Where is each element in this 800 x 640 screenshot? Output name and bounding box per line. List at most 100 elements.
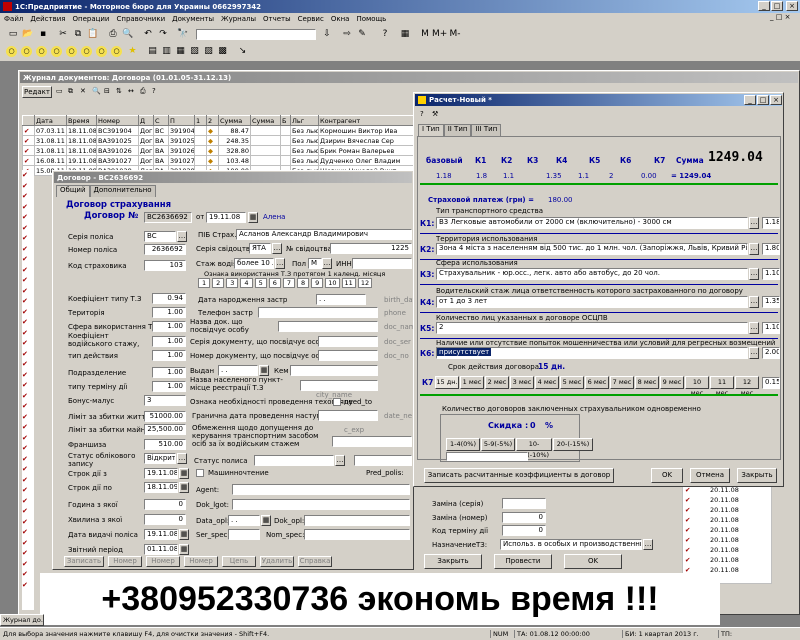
tool-arrow-icon[interactable]: ↘: [236, 45, 249, 58]
m-icon[interactable]: M: [418, 27, 432, 41]
col-header[interactable]: Д: [138, 115, 154, 126]
k4-pick-button[interactable]: …: [749, 296, 759, 308]
obmezhennya-field[interactable]: [332, 436, 412, 447]
paste-icon[interactable]: 📋: [86, 27, 100, 41]
close-button[interactable]: ×: [786, 1, 798, 11]
srok-s-field[interactable]: 19.11.08: [144, 468, 178, 479]
journal-filter-icon[interactable]: ⊟: [104, 87, 110, 95]
k7-10m-button[interactable]: 10 мес: [685, 376, 709, 397]
nomer-doc-field[interactable]: [318, 350, 378, 361]
k4-field[interactable]: от 1 до 3 лет: [436, 296, 748, 308]
tab-type-1[interactable]: I Тип: [418, 124, 444, 136]
m-plus-icon[interactable]: M+: [432, 27, 447, 41]
raschet-cancel-button[interactable]: Отмена: [690, 468, 730, 483]
col-header[interactable]: П: [168, 115, 195, 126]
tab-general[interactable]: Общий: [56, 185, 90, 197]
journal-copy-icon[interactable]: ⧉: [68, 87, 73, 96]
month-checkbox-6[interactable]: 6: [268, 278, 281, 288]
col-header[interactable]: Сумма: [218, 115, 251, 126]
ser-spec-field[interactable]: [228, 529, 260, 540]
seria-polisa-field[interactable]: ВС: [144, 231, 176, 242]
status-polisa-pick-button[interactable]: …: [335, 455, 345, 466]
telefon-field[interactable]: [258, 307, 378, 318]
nomer-svid-field[interactable]: 1225: [330, 243, 412, 254]
journal-1-icon[interactable]: ▤: [146, 45, 159, 58]
seria-svid-field[interactable]: ЯТА: [249, 243, 271, 254]
stazh-field[interactable]: более 10 лет: [234, 258, 274, 269]
raschet-tool-icon[interactable]: ⚒: [432, 110, 438, 118]
col-header[interactable]: Дата: [34, 115, 67, 126]
raschet-ok-button[interactable]: OK: [651, 468, 683, 483]
k7-5m-button[interactable]: 5 мес: [560, 376, 584, 389]
dogovor-date-calendar-icon[interactable]: ▦: [248, 212, 258, 223]
nazva-doc-field[interactable]: [278, 321, 378, 332]
save-icon[interactable]: ▪: [36, 27, 50, 41]
nomer-polisa-field[interactable]: 2636692: [144, 244, 186, 255]
vidan-calendar-icon[interactable]: ▦: [259, 365, 269, 376]
journal-4-icon[interactable]: ▧: [188, 45, 201, 58]
franshiza-field[interactable]: 510.00: [144, 439, 186, 450]
tab-type-3[interactable]: III Тип: [471, 124, 502, 136]
month-checkbox-8[interactable]: 8: [296, 278, 310, 288]
territoria-field[interactable]: 1.00: [152, 307, 186, 318]
limit-life-field[interactable]: 51000.00: [144, 411, 186, 422]
calc-icon[interactable]: ▦: [398, 27, 412, 41]
tab-additional[interactable]: Дополнительно: [89, 185, 156, 197]
naznachenie-field[interactable]: Использ. в особых и производственных цел…: [500, 539, 642, 550]
reference-button[interactable]: Справка: [298, 556, 332, 567]
table-row[interactable]: ✔ 07.03.11 18.11.08 ВС391904 Дог ВС 3919…: [22, 125, 423, 136]
k7-12m-button[interactable]: 12 мес: [735, 376, 759, 397]
col-header[interactable]: [22, 115, 35, 126]
maximize-button[interactable]: □: [771, 1, 783, 11]
podrazdelenie-field[interactable]: 1.00: [152, 367, 186, 378]
k7-11m-button[interactable]: 11 мес: [710, 376, 734, 397]
month-checkbox-4[interactable]: 4: [240, 278, 253, 288]
number2-button[interactable]: Номер: [146, 556, 180, 567]
status-ucheta-field[interactable]: Відкрита: [144, 453, 176, 464]
stazh-pick-button[interactable]: …: [275, 258, 285, 269]
m-minus-icon[interactable]: M-: [448, 27, 462, 41]
preview-icon[interactable]: 🔍: [121, 27, 135, 41]
data-opl-field[interactable]: . .: [228, 515, 260, 526]
dok-lgot-field[interactable]: [232, 499, 410, 510]
menu-references[interactable]: Справочники: [116, 15, 165, 23]
circle-tool-4-icon[interactable]: ○: [51, 46, 62, 57]
journal-5-icon[interactable]: ▨: [202, 45, 215, 58]
k7-4m-button[interactable]: 4 мес: [535, 376, 559, 389]
journal-2-icon[interactable]: ▥: [160, 45, 173, 58]
pol-pick-button[interactable]: …: [322, 258, 332, 269]
data-rozhd-field[interactable]: . .: [316, 294, 366, 305]
k2-pick-button[interactable]: …: [749, 243, 759, 255]
k1-field[interactable]: В3 Легковые автомобили от 2000 см (включ…: [436, 217, 748, 229]
month-checkbox-11[interactable]: 11: [341, 278, 356, 288]
taskbar-item[interactable]: Журнал до...: [0, 614, 44, 626]
seria-svid-pick-button[interactable]: …: [272, 243, 282, 254]
k1-pick-button[interactable]: …: [749, 217, 759, 229]
menu-journals[interactable]: Журналы: [221, 15, 256, 23]
raschet-help-icon[interactable]: ?: [420, 110, 424, 118]
menu-actions[interactable]: Действия: [30, 15, 65, 23]
circle-tool-7-icon[interactable]: ○: [96, 46, 107, 57]
circle-tool-5-icon[interactable]: ○: [66, 46, 77, 57]
raschet-minimize-button[interactable]: _: [744, 95, 756, 105]
month-checkbox-12[interactable]: 12: [357, 278, 373, 288]
save-button[interactable]: Записать: [64, 556, 104, 567]
pib-field[interactable]: Асланов Александр Владимирович: [236, 229, 412, 240]
circle-tool-6-icon[interactable]: ○: [81, 46, 92, 57]
pol-field[interactable]: М: [308, 258, 322, 269]
circle-tool-2-icon[interactable]: ○: [21, 46, 32, 57]
nom-spec-field[interactable]: [304, 529, 410, 540]
month-checkbox-1[interactable]: 1: [198, 278, 211, 288]
tip-terminu-field[interactable]: 1.00: [152, 381, 186, 392]
k7-15d-button[interactable]: 15 дн.: [435, 376, 459, 389]
status-ucheta-pick-button[interactable]: …: [177, 453, 187, 464]
col-header[interactable]: Время: [66, 115, 97, 126]
find-next-icon[interactable]: ⇨: [340, 27, 354, 41]
skidka-5-9-button[interactable]: 5-9(-5%): [481, 438, 515, 451]
copy-icon[interactable]: ⧉: [71, 27, 85, 41]
star-icon[interactable]: ★: [126, 45, 139, 58]
journal-print-icon[interactable]: ⎙: [140, 87, 146, 96]
month-checkbox-7[interactable]: 7: [282, 278, 295, 288]
table-row[interactable]: ✔ 16.08.11 19.11.08 ВА391027 Дог ВА 3910…: [22, 155, 423, 166]
month-checkbox-9[interactable]: 9: [311, 278, 324, 288]
